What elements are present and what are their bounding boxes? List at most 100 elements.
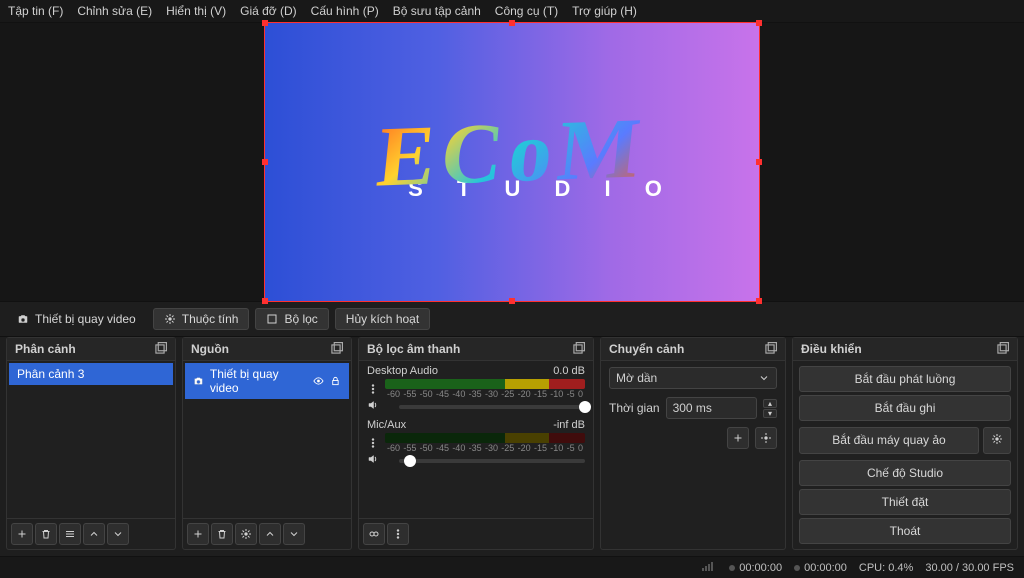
settings-button[interactable]: Thiết đặt bbox=[799, 489, 1011, 515]
add-scene-button[interactable] bbox=[11, 523, 33, 545]
gear-icon bbox=[240, 528, 252, 540]
duration-step-down[interactable]: ▾ bbox=[763, 409, 777, 418]
advanced-audio-button[interactable] bbox=[363, 523, 385, 545]
chevron-down-icon bbox=[112, 528, 124, 540]
chevron-up-icon bbox=[88, 528, 100, 540]
filters-label: Bộ lọc bbox=[284, 312, 317, 326]
start-record-button[interactable]: Bắt đầu ghi bbox=[799, 395, 1011, 421]
properties-label: Thuộc tính bbox=[182, 312, 239, 326]
menu-edit[interactable]: Chỉnh sửa (E) bbox=[77, 4, 152, 18]
popout-icon[interactable] bbox=[763, 342, 777, 356]
source-down-button[interactable] bbox=[283, 523, 305, 545]
menu-view[interactable]: Hiển thị (V) bbox=[166, 4, 226, 18]
scene-down-button[interactable] bbox=[107, 523, 129, 545]
duration-step-up[interactable]: ▴ bbox=[763, 399, 777, 408]
speaker-icon[interactable] bbox=[367, 399, 379, 411]
add-source-button[interactable] bbox=[187, 523, 209, 545]
channel-name: Desktop Audio bbox=[367, 365, 438, 377]
studio-mode-button[interactable]: Chế độ Studio bbox=[799, 460, 1011, 486]
logo-script: ECoM bbox=[345, 116, 679, 188]
mixer-title: Bộ lọc âm thanh bbox=[367, 342, 460, 356]
resize-handle[interactable] bbox=[756, 298, 762, 304]
menu-file[interactable]: Tập tin (F) bbox=[8, 4, 63, 18]
selected-source-name: Thiết bị quay video bbox=[35, 312, 136, 326]
channel-level: -inf dB bbox=[553, 419, 585, 431]
remove-scene-button[interactable] bbox=[35, 523, 57, 545]
source-properties-button[interactable] bbox=[235, 523, 257, 545]
source-context-toolbar: Thiết bị quay video Thuộc tính Bộ lọc Hủ… bbox=[0, 301, 1024, 337]
transition-selected: Mờ dần bbox=[616, 371, 657, 385]
scenes-title: Phân cảnh bbox=[15, 342, 76, 356]
resize-handle[interactable] bbox=[509, 298, 515, 304]
sources-title: Nguồn bbox=[191, 342, 229, 356]
kebab-icon[interactable] bbox=[367, 383, 379, 395]
controls-dock: Điều khiển Bắt đầu phát luồng Bắt đầu gh… bbox=[792, 337, 1018, 550]
resize-handle[interactable] bbox=[756, 159, 762, 165]
resize-handle[interactable] bbox=[262, 298, 268, 304]
preview-content: ECoM S T U D I O bbox=[348, 122, 676, 202]
resize-handle[interactable] bbox=[262, 20, 268, 26]
resize-handle[interactable] bbox=[509, 20, 515, 26]
scene-label: Phân cảnh 3 bbox=[17, 367, 84, 381]
exit-button[interactable]: Thoát bbox=[799, 518, 1011, 544]
volume-slider[interactable] bbox=[399, 405, 585, 409]
chevron-down-icon bbox=[758, 372, 770, 384]
add-transition-button[interactable] bbox=[727, 427, 749, 449]
speaker-icon[interactable] bbox=[367, 453, 379, 465]
start-stream-button[interactable]: Bắt đầu phát luồng bbox=[799, 366, 1011, 392]
rec-timer: 00:00:00 bbox=[794, 562, 847, 574]
eye-icon[interactable] bbox=[313, 375, 324, 387]
menu-tools[interactable]: Công cụ (T) bbox=[495, 4, 558, 18]
meter-ticks: -60-55-50-45-40-35-30-25-20-15-10-50 bbox=[385, 389, 585, 399]
scene-filters-button[interactable] bbox=[59, 523, 81, 545]
cpu-usage: CPU: 0.4% bbox=[859, 562, 913, 574]
lock-icon[interactable] bbox=[330, 375, 341, 387]
fps-readout: 30.00 / 30.00 FPS bbox=[925, 562, 1014, 574]
preview-selected-source[interactable]: ECoM S T U D I O bbox=[265, 23, 759, 301]
kebab-icon bbox=[392, 528, 404, 540]
transitions-title: Chuyển cảnh bbox=[609, 342, 684, 356]
plus-icon bbox=[192, 528, 204, 540]
plus-icon bbox=[732, 432, 744, 444]
kebab-icon[interactable] bbox=[367, 437, 379, 449]
menu-scenes[interactable]: Bộ sưu tập cảnh bbox=[393, 4, 481, 18]
meter-ticks: -60-55-50-45-40-35-30-25-20-15-10-50 bbox=[385, 443, 585, 453]
popout-icon[interactable] bbox=[329, 342, 343, 356]
menu-dock[interactable]: Giá đỡ (D) bbox=[240, 4, 297, 18]
gear-icon bbox=[760, 432, 772, 444]
start-virtualcam-button[interactable]: Bắt đầu máy quay ảo bbox=[799, 427, 979, 454]
popout-icon[interactable] bbox=[995, 342, 1009, 356]
gear-icon bbox=[991, 433, 1003, 445]
scene-up-button[interactable] bbox=[83, 523, 105, 545]
mixer-channel: Desktop Audio0.0 dB-60-55-50-45-40-35-30… bbox=[361, 363, 591, 417]
resize-handle[interactable] bbox=[756, 20, 762, 26]
remove-source-button[interactable] bbox=[211, 523, 233, 545]
duration-input[interactable]: 300 ms bbox=[666, 397, 757, 419]
audio-meter bbox=[385, 433, 585, 443]
selected-source-chip[interactable]: Thiết bị quay video bbox=[6, 308, 147, 330]
menu-help[interactable]: Trợ giúp (H) bbox=[572, 4, 637, 18]
source-up-button[interactable] bbox=[259, 523, 281, 545]
mixer-menu-button[interactable] bbox=[387, 523, 409, 545]
camera-icon bbox=[17, 313, 29, 325]
docks: Phân cảnh Phân cảnh 3 Nguồn Thiết bị qua… bbox=[0, 337, 1024, 556]
controls-title: Điều khiển bbox=[801, 342, 862, 356]
menu-profile[interactable]: Cấu hình (P) bbox=[311, 4, 379, 18]
virtualcam-settings-button[interactable] bbox=[983, 427, 1011, 454]
volume-slider[interactable] bbox=[399, 459, 585, 463]
popout-icon[interactable] bbox=[571, 342, 585, 356]
chevron-up-icon bbox=[264, 528, 276, 540]
transition-properties-button[interactable] bbox=[755, 427, 777, 449]
sliders-icon bbox=[64, 528, 76, 540]
scene-item[interactable]: Phân cảnh 3 bbox=[9, 363, 173, 385]
source-label: Thiết bị quay video bbox=[210, 367, 301, 395]
transition-select[interactable]: Mờ dần bbox=[609, 367, 777, 389]
source-item[interactable]: Thiết bị quay video bbox=[185, 363, 349, 399]
network-indicator bbox=[702, 561, 717, 574]
deactivate-button[interactable]: Hủy kích hoạt bbox=[335, 308, 430, 330]
properties-button[interactable]: Thuộc tính bbox=[153, 308, 250, 330]
filters-button[interactable]: Bộ lọc bbox=[255, 308, 328, 330]
popout-icon[interactable] bbox=[153, 342, 167, 356]
resize-handle[interactable] bbox=[262, 159, 268, 165]
preview-area[interactable]: ECoM S T U D I O bbox=[0, 23, 1024, 301]
